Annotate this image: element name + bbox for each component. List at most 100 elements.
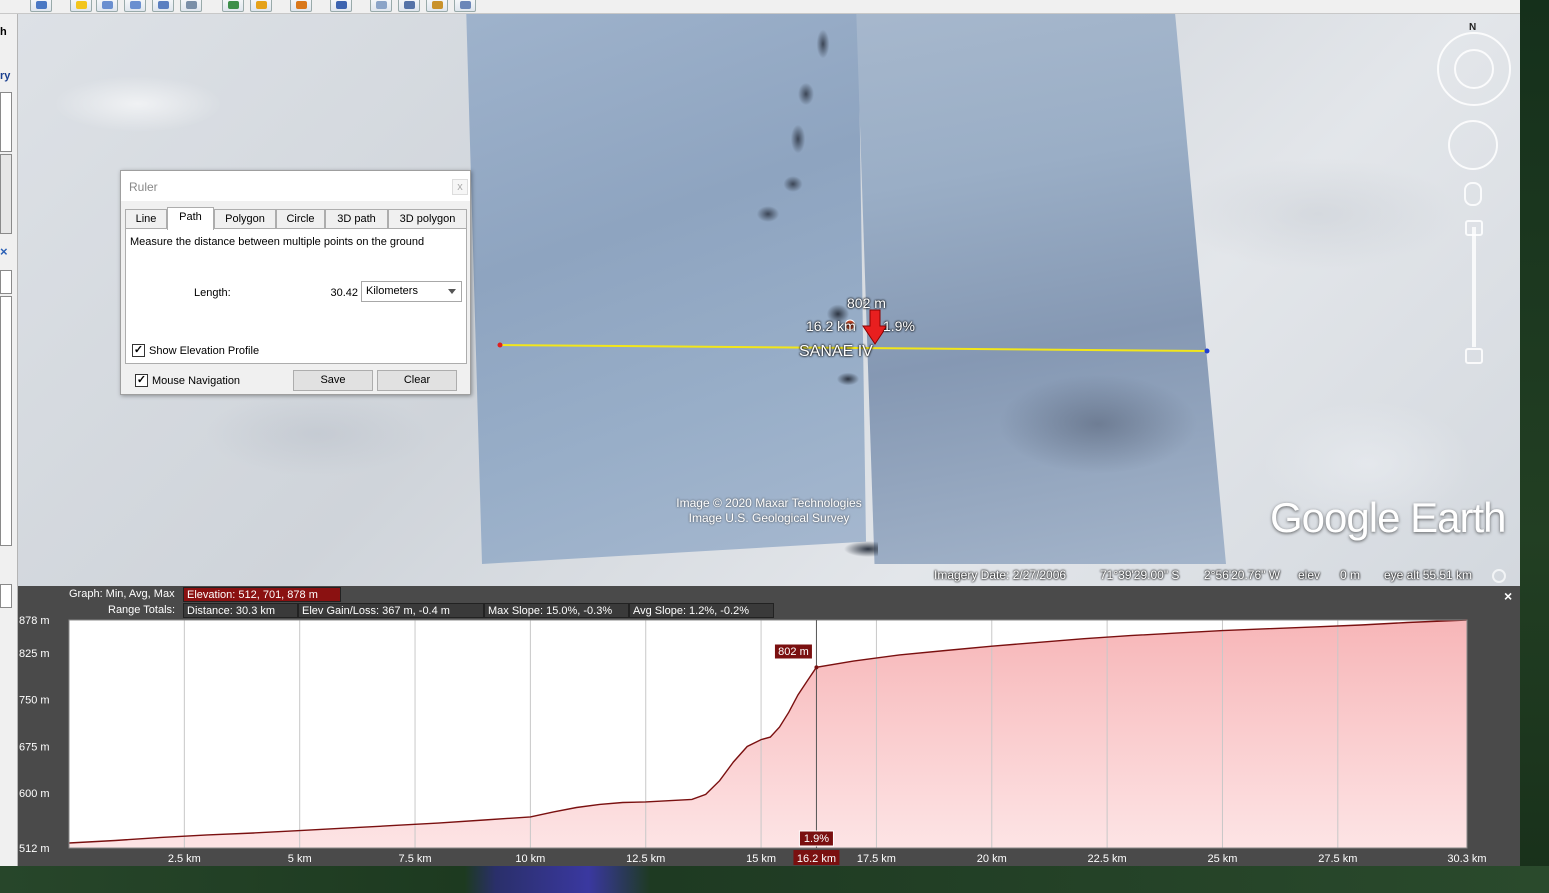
tab-line[interactable]: Line (125, 209, 167, 229)
y-tick-label: 825 m (19, 648, 50, 660)
imagery-strip (856, 14, 1226, 564)
ruler-titlebar[interactable]: Ruler x (121, 171, 470, 201)
highlight-slope-label: 1.9% (804, 833, 829, 845)
ruler-title: Ruler (129, 180, 158, 194)
save-button[interactable]: Save (293, 370, 373, 391)
x-tick-label: 10 km (515, 853, 545, 865)
image-overlay-button[interactable] (152, 0, 174, 12)
sidebar-layers-box[interactable] (0, 584, 12, 608)
desktop-background (1520, 0, 1549, 893)
google-earth-window: h ry × 802 m 16.2 km 1.9% SANAE IV Image… (0, 0, 1549, 893)
save-image-button[interactable] (426, 0, 448, 12)
attribution-line: Image © 2020 Maxar Technologies (676, 496, 862, 510)
elevation-chart[interactable]: 2.5 km 5 km 7.5 km 10 km 12.5 km 15 km 17.5 km… (18, 586, 1520, 866)
x-tick-label: 25 km (1207, 853, 1237, 865)
move-joystick-icon[interactable] (1448, 120, 1498, 170)
sidebar-fragment-link[interactable]: ry (0, 70, 10, 82)
highlight-distance-label: 16.2 km (797, 853, 836, 865)
hover-elevation-label: 802 m (847, 295, 886, 311)
sun-button[interactable] (250, 0, 272, 12)
elev-value: 0 m (1340, 568, 1361, 582)
ruler-close-button[interactable]: x (452, 179, 468, 195)
record-tour-button[interactable] (180, 0, 202, 12)
x-tick-label: 30.3 km (1447, 853, 1486, 865)
sidebar-places-box[interactable] (0, 270, 12, 294)
terrain-shadow (998, 374, 1198, 474)
planets-button[interactable] (290, 0, 312, 12)
imagery-attribution: Image © 2020 Maxar Technologies Image U.… (664, 496, 874, 526)
toolbar (0, 0, 1520, 14)
historical-imagery-button[interactable] (222, 0, 244, 12)
y-tick-label: 878 m (19, 615, 50, 627)
sidebar-places-list[interactable] (0, 296, 12, 546)
mouse-navigation-label[interactable]: Mouse Navigation (152, 375, 240, 387)
eye-altitude: eye alt 55.51 km (1384, 568, 1473, 582)
navigation-controls: N (1436, 22, 1516, 372)
ruler-button[interactable] (330, 0, 352, 12)
imagery-date: Imagery Date: 2/27/2006 (934, 568, 1067, 582)
status-bar: Imagery Date: 2/27/2006 71°39'29.00" S 2… (18, 566, 1520, 586)
place-label[interactable]: SANAE IV (799, 343, 873, 361)
look-joystick-icon[interactable] (1454, 49, 1494, 89)
close-icon[interactable]: × (0, 244, 8, 259)
tab-polygon[interactable]: Polygon (214, 209, 276, 229)
zoom-slider[interactable] (1472, 227, 1476, 347)
x-tick-label: 22.5 km (1088, 853, 1127, 865)
zoom-in-icon[interactable] (1465, 220, 1483, 236)
units-select-value: Kilometers (366, 285, 418, 297)
sidebar-results (0, 154, 12, 234)
clear-button[interactable]: Clear (377, 370, 457, 391)
highlight-elevation-label: 802 m (778, 646, 809, 658)
hover-distance-label: 16.2 km (806, 318, 856, 334)
tab-3d-polygon[interactable]: 3D polygon (388, 209, 467, 229)
ruler-description: Measure the distance between multiple po… (130, 236, 425, 248)
elev-label: elev (1298, 568, 1321, 582)
add-path-button[interactable] (124, 0, 146, 12)
print-button[interactable] (398, 0, 420, 12)
path-tab-panel: Measure the distance between multiple po… (125, 228, 467, 364)
show-elevation-profile-checkbox[interactable]: ✓ (132, 344, 145, 357)
google-earth-logo: Google Earth (1270, 494, 1506, 541)
x-tick-label: 20 km (977, 853, 1007, 865)
sidebar-search-box[interactable] (0, 92, 12, 152)
ruler-tabs: Line Path Polygon Circle 3D path 3D poly… (125, 207, 469, 230)
latitude: 71°39'29.00" S (1100, 568, 1180, 582)
mouse-navigation-checkbox[interactable]: ✓ (135, 374, 148, 387)
y-tick-label: 512 m (19, 843, 50, 855)
view-in-maps-button[interactable] (454, 0, 476, 12)
street-view-pegman-icon[interactable] (1464, 182, 1482, 206)
attribution-line: Image U.S. Geological Survey (688, 511, 850, 525)
x-tick-label: 15 km (746, 853, 776, 865)
add-placemark-button[interactable] (70, 0, 92, 12)
length-label: Length: (194, 287, 231, 299)
left-sidebar: h ry × (0, 14, 18, 866)
highlight-point (814, 665, 819, 670)
x-tick-label: 7.5 km (399, 853, 432, 865)
x-tick-label: 2.5 km (168, 853, 201, 865)
chevron-down-icon (448, 289, 456, 294)
email-button[interactable] (370, 0, 392, 12)
length-value: 30.42 (330, 287, 358, 299)
desktop-background-bottom (0, 866, 1549, 893)
ruler-dialog: Ruler x Line Path Polygon Circle 3D path… (120, 170, 471, 395)
sidebar-toggle-button[interactable] (30, 0, 52, 12)
zoom-out-icon[interactable] (1465, 348, 1483, 364)
units-select[interactable]: Kilometers (361, 281, 462, 302)
sidebar-fragment-text: h (0, 26, 7, 38)
y-tick-label: 600 m (19, 788, 50, 800)
longitude: 2°56'20.76" W (1204, 568, 1281, 582)
elevation-profile-panel[interactable]: × Graph: Min, Avg, Max Elevation: 512, 7… (18, 586, 1520, 866)
tab-path[interactable]: Path (167, 207, 214, 230)
tab-3d-path[interactable]: 3D path (325, 209, 388, 229)
show-elevation-profile-label[interactable]: Show Elevation Profile (149, 345, 259, 357)
add-polygon-button[interactable] (96, 0, 118, 12)
tab-circle[interactable]: Circle (276, 209, 325, 229)
x-tick-label: 5 km (288, 853, 312, 865)
x-tick-label: 27.5 km (1318, 853, 1357, 865)
streaming-indicator-icon (1492, 569, 1506, 583)
y-tick-label: 750 m (19, 695, 50, 707)
y-tick-label: 675 m (19, 741, 50, 753)
x-tick-label: 12.5 km (626, 853, 665, 865)
x-tick-label: 17.5 km (857, 853, 896, 865)
nunatak-ridge (738, 14, 878, 574)
